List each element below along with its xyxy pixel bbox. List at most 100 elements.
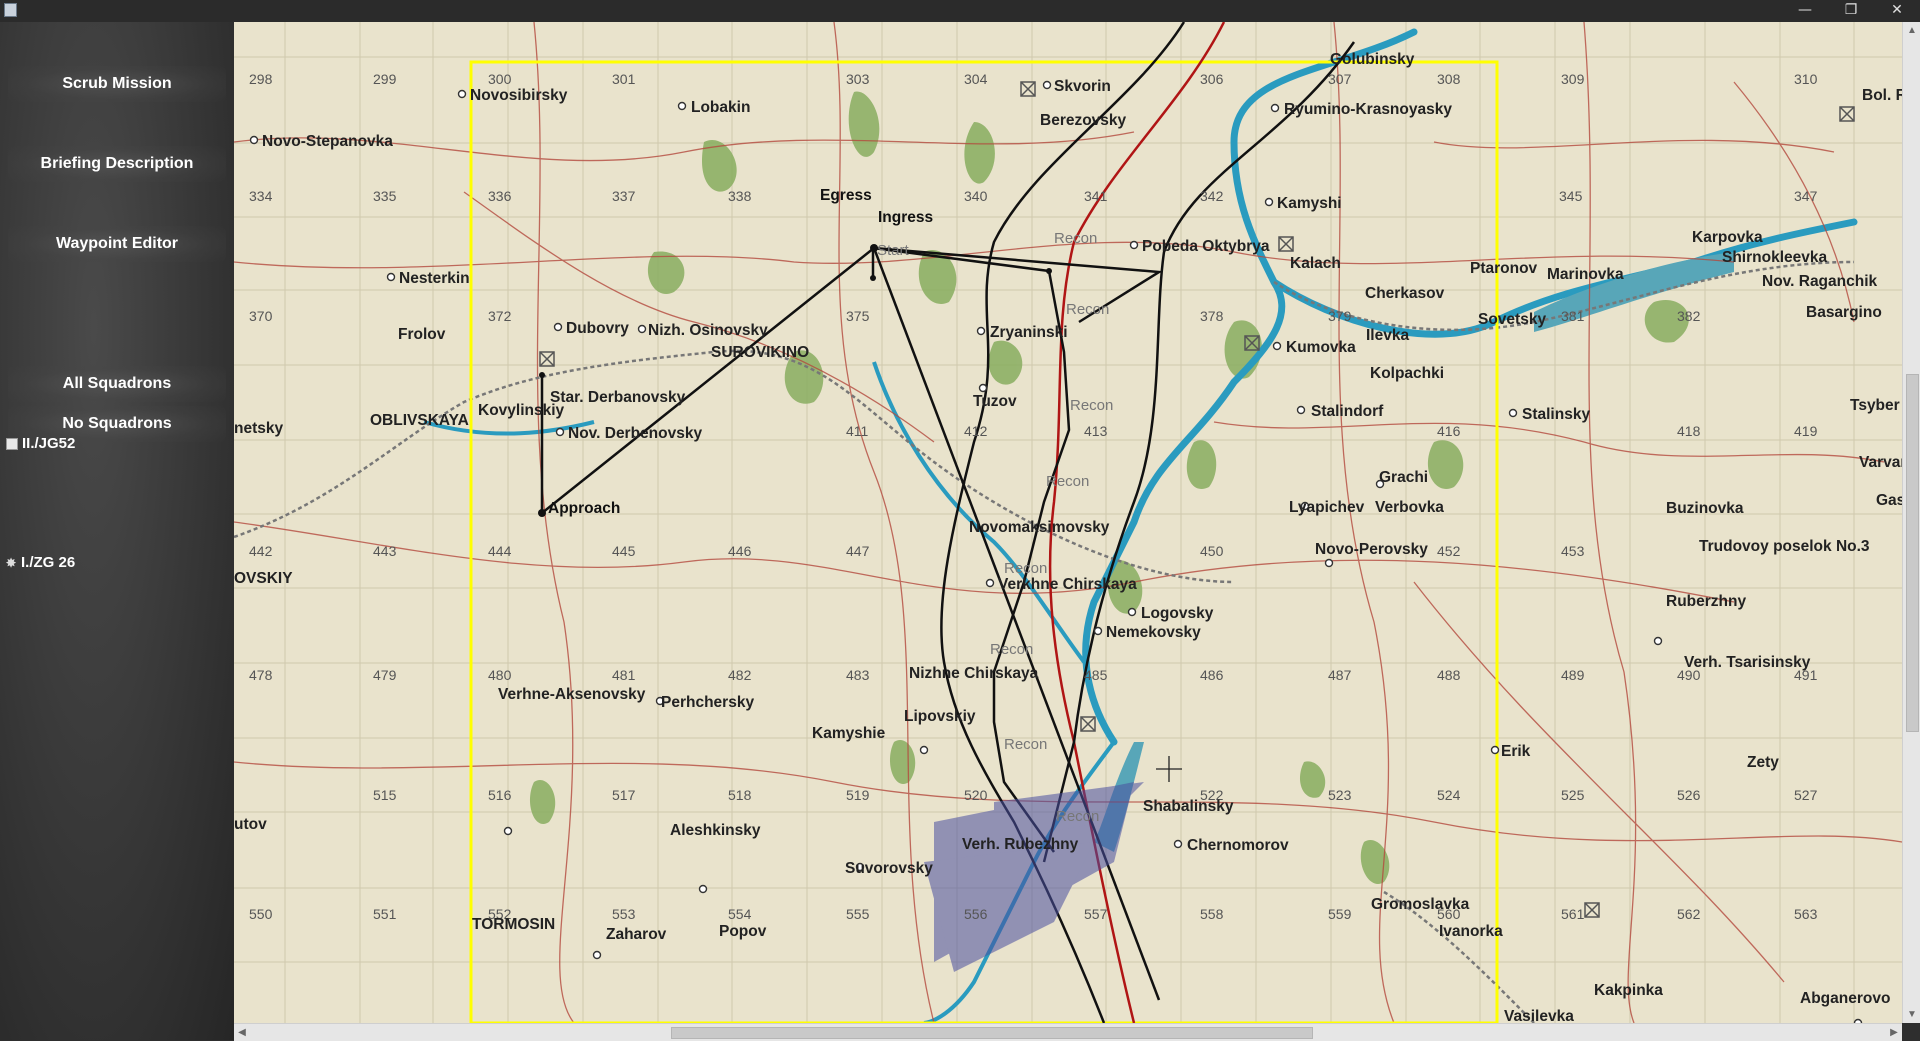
svg-text:450: 450 bbox=[1200, 543, 1224, 559]
svg-text:Kamyshi: Kamyshi bbox=[1277, 195, 1342, 212]
svg-text:Verkhne Chirskaya: Verkhne Chirskaya bbox=[998, 576, 1137, 593]
svg-text:Novosibirsky: Novosibirsky bbox=[470, 87, 568, 104]
svg-text:OVSKIY: OVSKIY bbox=[234, 570, 293, 587]
map-canvas[interactable]: Egress Ingress Start Approach Recon Reco… bbox=[234, 22, 1902, 1023]
horizontal-scrollbar[interactable]: ◀ ▶ bbox=[234, 1023, 1902, 1041]
recon-waypoint-label[interactable]: Recon bbox=[1054, 230, 1097, 247]
svg-text:309: 309 bbox=[1561, 71, 1585, 87]
svg-text:372: 372 bbox=[488, 308, 512, 324]
svg-text:412: 412 bbox=[964, 423, 988, 439]
scroll-left-arrow-icon[interactable]: ◀ bbox=[234, 1024, 250, 1041]
vertical-scrollbar[interactable]: ▲ ▼ bbox=[1902, 22, 1920, 1023]
svg-text:341: 341 bbox=[1084, 188, 1108, 204]
svg-text:Golubinsky: Golubinsky bbox=[1330, 51, 1415, 68]
svg-text:381: 381 bbox=[1561, 308, 1585, 324]
waypoint-editor-button[interactable]: Waypoint Editor bbox=[8, 226, 226, 262]
scroll-down-arrow-icon[interactable]: ▼ bbox=[1904, 1006, 1920, 1023]
svg-text:Shabalinsky: Shabalinsky bbox=[1143, 798, 1234, 815]
recon-waypoint-label[interactable]: Recon bbox=[1066, 301, 1109, 318]
all-squadrons-button[interactable]: All Squadrons bbox=[8, 366, 226, 402]
svg-text:netsky: netsky bbox=[234, 420, 283, 437]
recon-waypoint-label[interactable]: Recon bbox=[1004, 736, 1047, 753]
svg-text:482: 482 bbox=[728, 667, 752, 683]
svg-text:Berezovsky: Berezovsky bbox=[1040, 112, 1127, 129]
svg-text:379: 379 bbox=[1328, 308, 1352, 324]
svg-text:Kumovka: Kumovka bbox=[1286, 339, 1356, 356]
recon-waypoint-label[interactable]: Recon bbox=[1046, 473, 1089, 490]
waypoint-start-label[interactable]: Start bbox=[877, 242, 910, 259]
svg-text:Shirnokleevka: Shirnokleevka bbox=[1722, 249, 1827, 266]
svg-text:452: 452 bbox=[1437, 543, 1461, 559]
svg-text:551: 551 bbox=[373, 906, 397, 922]
scroll-up-arrow-icon[interactable]: ▲ bbox=[1904, 22, 1920, 39]
title-bar: — ❐ ✕ bbox=[0, 0, 1920, 23]
vertical-scroll-thumb[interactable] bbox=[1906, 374, 1919, 732]
svg-text:Gas: Gas bbox=[1876, 492, 1902, 509]
svg-text:TORMOSIN: TORMOSIN bbox=[472, 916, 555, 933]
svg-text:310: 310 bbox=[1794, 71, 1818, 87]
recon-waypoint-label[interactable]: Recon bbox=[1056, 808, 1099, 825]
svg-text:558: 558 bbox=[1200, 906, 1224, 922]
svg-text:Suvorovsky: Suvorovsky bbox=[845, 860, 933, 877]
svg-text:Zryaninski: Zryaninski bbox=[990, 324, 1068, 341]
squadron-row-zg26[interactable]: ✸ I./ZG 26 bbox=[6, 554, 75, 572]
crosshair-cursor bbox=[1156, 756, 1182, 782]
svg-text:Nesterkin: Nesterkin bbox=[399, 270, 470, 287]
svg-text:Ilevka: Ilevka bbox=[1366, 327, 1409, 344]
recon-waypoint-label[interactable]: Recon bbox=[1070, 397, 1113, 414]
mission-map[interactable]: Egress Ingress Start Approach Recon Reco… bbox=[234, 22, 1902, 1023]
svg-text:Verh. Tsarisinsky: Verh. Tsarisinsky bbox=[1684, 654, 1811, 671]
recon-waypoint-label[interactable]: Recon bbox=[990, 641, 1033, 658]
forest-areas bbox=[529, 91, 1689, 884]
squadron-label: I./ZG 26 bbox=[21, 554, 76, 571]
scrub-mission-button[interactable]: Scrub Mission bbox=[8, 66, 226, 102]
minimize-button[interactable]: — bbox=[1782, 0, 1828, 22]
svg-text:556: 556 bbox=[964, 906, 988, 922]
svg-text:Popov: Popov bbox=[719, 923, 767, 940]
svg-text:442: 442 bbox=[249, 543, 273, 559]
svg-text:524: 524 bbox=[1437, 787, 1461, 803]
svg-text:Sovetsky: Sovetsky bbox=[1478, 311, 1546, 328]
squadron-star-icon[interactable]: ✸ bbox=[6, 556, 18, 570]
squadron-checkbox[interactable] bbox=[6, 438, 18, 451]
svg-text:Buzinovka: Buzinovka bbox=[1666, 500, 1744, 517]
svg-text:347: 347 bbox=[1794, 188, 1818, 204]
scroll-right-arrow-icon[interactable]: ▶ bbox=[1886, 1024, 1902, 1041]
waypoint-egress-label[interactable]: Egress bbox=[820, 187, 872, 204]
svg-text:419: 419 bbox=[1794, 423, 1818, 439]
svg-text:Tsyber: Tsyber bbox=[1850, 397, 1900, 414]
svg-text:481: 481 bbox=[612, 667, 636, 683]
squadron-label: II./JG52 bbox=[22, 435, 76, 452]
svg-text:Gromoslavka: Gromoslavka bbox=[1371, 896, 1470, 913]
svg-text:554: 554 bbox=[728, 906, 752, 922]
svg-text:478: 478 bbox=[249, 667, 273, 683]
svg-text:Aleshkinsky: Aleshkinsky bbox=[670, 822, 761, 839]
svg-text:483: 483 bbox=[846, 667, 870, 683]
svg-text:301: 301 bbox=[612, 71, 636, 87]
svg-text:444: 444 bbox=[488, 543, 512, 559]
java-app-icon bbox=[4, 3, 17, 17]
briefing-description-button[interactable]: Briefing Description bbox=[8, 146, 226, 182]
squadron-row-jg52[interactable]: II./JG52 bbox=[6, 435, 75, 453]
svg-text:Frolov: Frolov bbox=[398, 326, 446, 343]
close-button[interactable]: ✕ bbox=[1874, 0, 1920, 22]
svg-text:Logovsky: Logovsky bbox=[1141, 605, 1214, 622]
svg-text:370: 370 bbox=[249, 308, 273, 324]
waypoint-approach-label[interactable]: Approach bbox=[548, 500, 620, 517]
svg-text:SUROVIKINO: SUROVIKINO bbox=[711, 344, 809, 361]
svg-text:334: 334 bbox=[249, 188, 273, 204]
svg-text:485: 485 bbox=[1084, 667, 1108, 683]
svg-text:555: 555 bbox=[846, 906, 870, 922]
grid-numbers: 298 299 300 301 303 304 306 307 308 309 … bbox=[249, 71, 1818, 922]
recon-waypoint-label[interactable]: Recon bbox=[1004, 560, 1047, 577]
svg-text:Pobeda Oktybrya: Pobeda Oktybrya bbox=[1142, 238, 1270, 255]
maximize-button[interactable]: ❐ bbox=[1828, 0, 1874, 22]
svg-text:342: 342 bbox=[1200, 188, 1224, 204]
svg-text:Chernomorov: Chernomorov bbox=[1187, 837, 1289, 854]
svg-text:307: 307 bbox=[1328, 71, 1352, 87]
svg-text:Novo-Perovsky: Novo-Perovsky bbox=[1315, 541, 1428, 558]
waypoint-ingress-label[interactable]: Ingress bbox=[878, 209, 933, 226]
svg-text:Nov. Raganchik: Nov. Raganchik bbox=[1762, 273, 1878, 290]
svg-text:526: 526 bbox=[1677, 787, 1701, 803]
horizontal-scroll-thumb[interactable] bbox=[671, 1027, 1313, 1039]
